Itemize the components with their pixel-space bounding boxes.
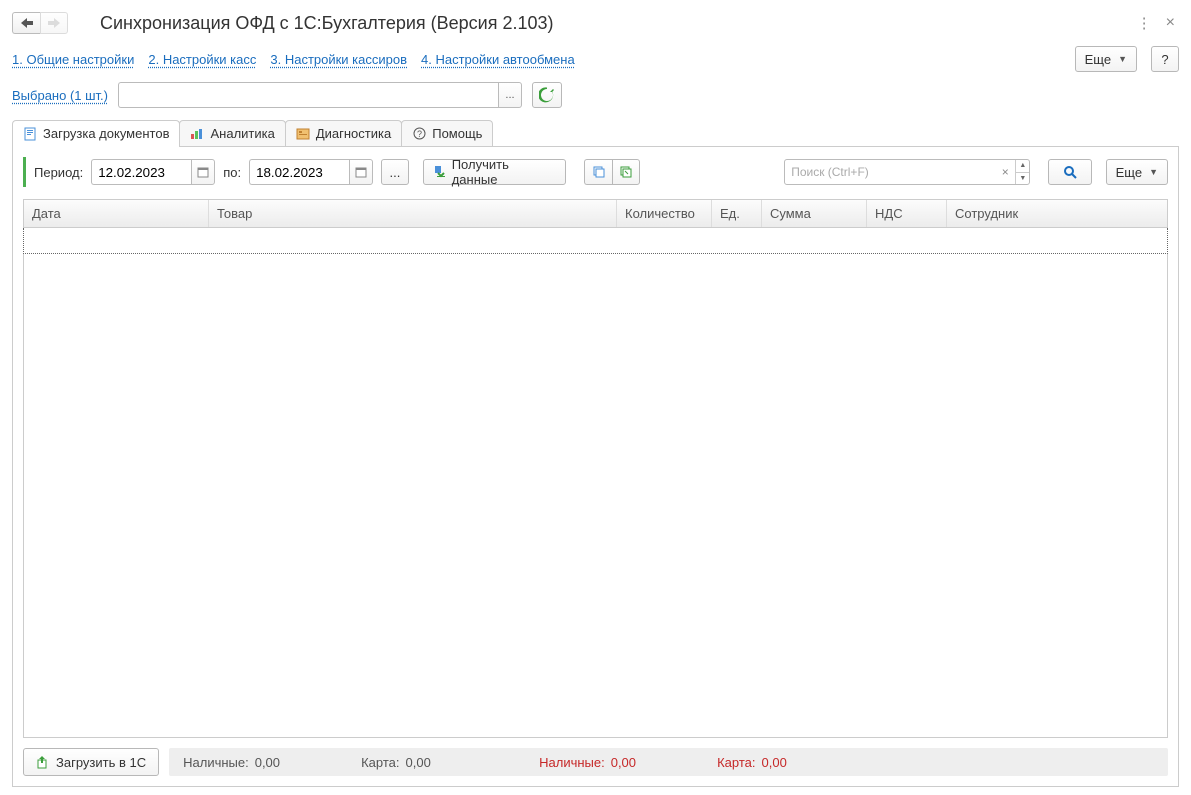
- active-row[interactable]: [23, 228, 1168, 254]
- document-icon: [23, 127, 37, 141]
- period-to-label: по:: [223, 165, 241, 180]
- selected-count-link[interactable]: Выбрано (1 шт.): [12, 88, 108, 103]
- help-button[interactable]: ?: [1151, 46, 1179, 72]
- load-into-1c-label: Загрузить в 1С: [56, 755, 146, 770]
- status-card-label: Карта:: [361, 755, 399, 770]
- status-card2-label: Карта:: [717, 755, 755, 770]
- table-body[interactable]: [23, 254, 1168, 738]
- period-from-input[interactable]: [91, 159, 191, 185]
- col-sum[interactable]: Сумма: [762, 200, 867, 227]
- col-date[interactable]: Дата: [24, 200, 209, 227]
- back-button[interactable]: [12, 12, 40, 34]
- col-vat[interactable]: НДС: [867, 200, 947, 227]
- caret-down-icon: ▼: [1149, 167, 1158, 177]
- diagnostics-icon: [296, 127, 310, 141]
- col-emp[interactable]: Сотрудник: [947, 200, 1167, 227]
- link-cash-settings[interactable]: 2. Настройки касс: [148, 52, 256, 67]
- expand-all-button[interactable]: [612, 159, 640, 185]
- period-picker-button[interactable]: ...: [381, 159, 409, 185]
- search-button[interactable]: [1048, 159, 1091, 185]
- more-toolbar-label: Еще: [1116, 165, 1142, 180]
- caret-down-icon: ▼: [1118, 54, 1127, 64]
- period-to-input[interactable]: [249, 159, 349, 185]
- col-product[interactable]: Товар: [209, 200, 617, 227]
- more-button-toolbar[interactable]: Еще ▼: [1106, 159, 1168, 185]
- refresh-button[interactable]: [532, 82, 562, 108]
- period-label: Период:: [34, 165, 83, 180]
- status-cash-label: Наличные:: [183, 755, 249, 770]
- upload-icon: [36, 755, 50, 769]
- tab-diag-label: Диагностика: [316, 126, 391, 141]
- col-qty[interactable]: Количество: [617, 200, 712, 227]
- search-step-up[interactable]: ▲: [1016, 160, 1029, 173]
- col-unit[interactable]: Ед.: [712, 200, 762, 227]
- status-card2-value: 0,00: [762, 755, 787, 770]
- link-autoexchange-settings[interactable]: 4. Настройки автообмена: [421, 52, 575, 67]
- tab-diagnostics[interactable]: Диагностика: [285, 120, 402, 146]
- close-icon[interactable]: ×: [1162, 14, 1179, 32]
- tab-load-label: Загрузка документов: [43, 126, 169, 141]
- status-cash-value: 0,00: [255, 755, 280, 770]
- download-icon: [433, 165, 447, 179]
- kebab-menu-icon[interactable]: ⋮: [1137, 14, 1152, 32]
- calendar-from-button[interactable]: [191, 159, 215, 185]
- get-data-button[interactable]: Получить данные: [423, 159, 567, 185]
- tab-analytics-label: Аналитика: [210, 126, 274, 141]
- forward-button: [40, 12, 68, 34]
- more-button-label: Еще: [1085, 52, 1111, 67]
- collapse-all-button[interactable]: [584, 159, 612, 185]
- tab-analytics[interactable]: Аналитика: [179, 120, 285, 146]
- search-input[interactable]: [785, 163, 995, 181]
- get-data-label: Получить данные: [452, 157, 557, 187]
- status-cash2-label: Наличные:: [539, 755, 605, 770]
- tab-load-documents[interactable]: Загрузка документов: [12, 120, 180, 146]
- search-clear-button[interactable]: ×: [995, 165, 1015, 179]
- selection-more-button[interactable]: ...: [498, 82, 522, 108]
- svg-text:?: ?: [417, 129, 422, 139]
- link-general-settings[interactable]: 1. Общие настройки: [12, 52, 134, 67]
- load-into-1c-button[interactable]: Загрузить в 1С: [23, 748, 159, 776]
- window-title: Синхронизация ОФД с 1С:Бухгалтерия (Верс…: [100, 13, 1129, 34]
- table-header: Дата Товар Количество Ед. Сумма НДС Сотр…: [23, 199, 1168, 228]
- help-icon: ?: [412, 127, 426, 141]
- search-field-wrapper: × ▲ ▼: [784, 159, 1030, 185]
- status-cash2-value: 0,00: [611, 755, 636, 770]
- link-cashier-settings[interactable]: 3. Настройки кассиров: [270, 52, 407, 67]
- chart-icon: [190, 127, 204, 141]
- calendar-to-button[interactable]: [349, 159, 373, 185]
- selection-input[interactable]: [118, 82, 498, 108]
- tab-help[interactable]: ? Помощь: [401, 120, 493, 146]
- search-step-down[interactable]: ▼: [1016, 173, 1029, 185]
- tab-help-label: Помощь: [432, 126, 482, 141]
- help-button-label: ?: [1161, 52, 1168, 67]
- status-card-value: 0,00: [406, 755, 431, 770]
- more-button[interactable]: Еще ▼: [1075, 46, 1137, 72]
- status-bar: Наличные: 0,00 Карта: 0,00 Наличные: 0,0…: [169, 748, 1168, 776]
